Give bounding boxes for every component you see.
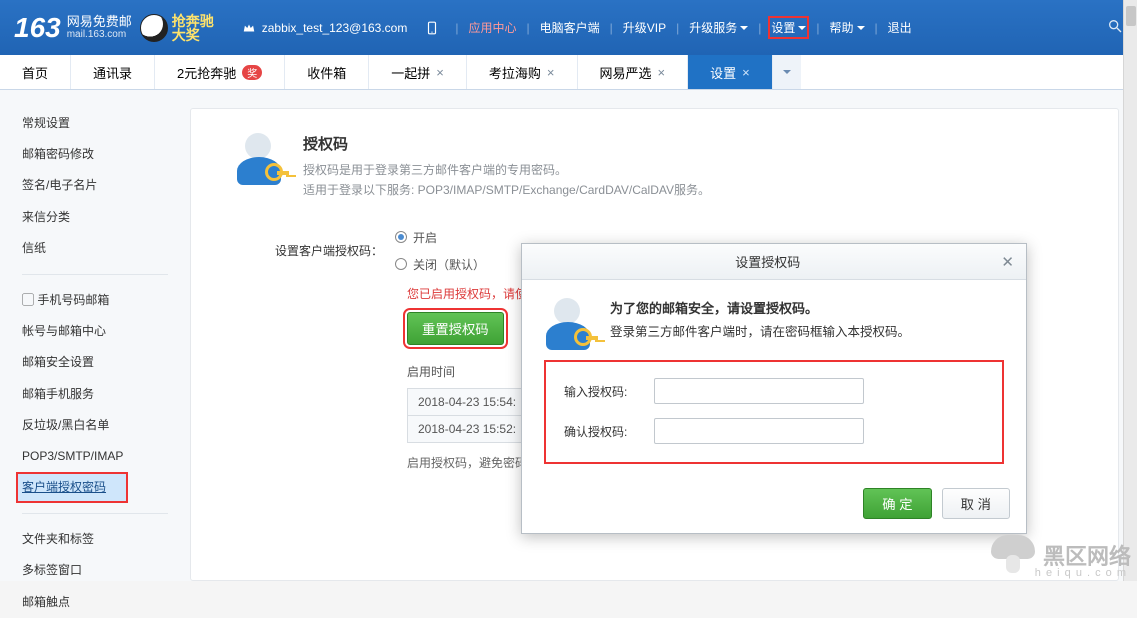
watermark: 黑区网络 h e i q u . c o m — [991, 533, 1131, 577]
radio-group-authcode: 开启 关闭（默认） — [395, 229, 485, 273]
nav-app-center[interactable]: 应用中心 — [468, 19, 516, 36]
crown-icon — [242, 21, 256, 35]
hero: 授权码 授权码是用于登录第三方邮件客户端的专用密码。 适用于登录以下服务: PO… — [215, 133, 1094, 201]
dialog-body: 为了您的邮箱安全，请设置授权码。 登录第三方邮件客户端时，请在密码框输入本授权码… — [522, 280, 1026, 478]
prize-badge: 奖 — [242, 65, 262, 80]
dialog-title: 设置授权码 — [534, 252, 1001, 271]
app-header: 163 网易免费邮 mail.163.com 抢奔驰 大奖 zabbix_tes… — [0, 0, 1137, 55]
radio-icon — [395, 231, 407, 243]
nav-upgrade-vip[interactable]: 升级VIP — [623, 19, 666, 36]
sidebar-item-password[interactable]: 邮箱密码修改 — [0, 139, 190, 170]
tab-overflow[interactable] — [773, 55, 801, 89]
close-icon[interactable]: × — [658, 65, 666, 80]
tab-contacts[interactable]: 通讯录 — [71, 55, 155, 89]
tab-inbox[interactable]: 收件箱 — [285, 55, 369, 89]
sidebar-item-mobile-svc[interactable]: 邮箱手机服务 — [0, 379, 190, 410]
avatar-key-icon — [235, 133, 287, 185]
nav-help[interactable]: 帮助 — [830, 19, 865, 36]
dialog-cancel-button[interactable]: 取 消 — [942, 488, 1010, 519]
mushroom-icon — [991, 533, 1035, 577]
nav-upgrade-service[interactable]: 升级服务 — [689, 19, 748, 36]
dialog-close-icon[interactable]: ✕ — [1001, 253, 1014, 271]
sidebar-item-touchpoint[interactable]: 邮箱触点 — [0, 587, 190, 618]
promo-text: 抢奔驰 大奖 — [172, 14, 214, 42]
sidebar-item-multitab[interactable]: 多标签窗口 — [0, 555, 190, 586]
hero-desc1: 授权码是用于登录第三方邮件客户端的专用密码。 — [303, 160, 710, 180]
nav-logout[interactable]: 退出 — [888, 19, 912, 36]
input-authcode[interactable] — [654, 378, 864, 404]
top-nav: | 应用中心 | 电脑客户端 | 升级VIP | 升级服务 | 设置 | 帮助 … — [455, 19, 911, 36]
account-dropdown[interactable]: zabbix_test_123@163.com — [242, 21, 440, 35]
dialog-heading2: 登录第三方邮件客户端时，请在密码框输入本授权码。 — [610, 321, 910, 340]
sidebar-item-spam[interactable]: 反垃圾/黑白名单 — [0, 410, 190, 441]
sidebar-divider — [22, 274, 168, 275]
dialog-footer: 确 定 取 消 — [522, 478, 1026, 533]
tab-yiqipin[interactable]: 一起拼× — [369, 55, 467, 89]
dialog-hero: 为了您的邮箱安全，请设置授权码。 登录第三方邮件客户端时，请在密码框输入本授权码… — [544, 298, 1004, 350]
brand-163[interactable]: 163 — [14, 12, 61, 44]
tab-settings[interactable]: 设置× — [688, 55, 773, 89]
caret-down-icon — [798, 26, 806, 34]
set-authcode-dialog: 设置授权码 ✕ 为了您的邮箱安全，请设置授权码。 登录第三方邮件客户端时，请在密… — [521, 243, 1027, 534]
nav-desktop-client[interactable]: 电脑客户端 — [540, 19, 600, 36]
close-icon[interactable]: × — [436, 65, 444, 80]
nav-settings[interactable]: 设置 — [771, 19, 806, 36]
radio-icon — [395, 258, 407, 270]
soccer-ball-icon — [140, 14, 168, 42]
dialog-heading1: 为了您的邮箱安全，请设置授权码。 — [610, 298, 910, 317]
sidebar-item-incoming[interactable]: 来信分类 — [0, 202, 190, 233]
input-authcode-confirm[interactable] — [654, 418, 864, 444]
sidebar-item-letterpaper[interactable]: 信纸 — [0, 233, 190, 264]
account-email: zabbix_test_123@163.com — [262, 21, 408, 35]
promo-banner[interactable]: 抢奔驰 大奖 — [140, 14, 214, 42]
site-name-cn: 网易免费邮 — [67, 15, 132, 29]
dialog-fieldset: 输入授权码: 确认授权码: — [544, 360, 1004, 464]
tab-yanxuan[interactable]: 网易严选× — [578, 55, 689, 89]
scrollbar-thumb[interactable] — [1126, 6, 1136, 26]
caret-down-icon — [740, 26, 748, 34]
hero-text: 授权码 授权码是用于登录第三方邮件客户端的专用密码。 适用于登录以下服务: PO… — [303, 133, 710, 201]
label-confirm-authcode: 确认授权码: — [564, 423, 654, 440]
tab-lottery[interactable]: 2元抢奔驰奖 — [155, 55, 285, 89]
sidebar-divider — [22, 513, 168, 514]
sidebar-item-security[interactable]: 邮箱安全设置 — [0, 347, 190, 378]
close-icon[interactable]: × — [742, 65, 750, 80]
radio-on[interactable]: 开启 — [395, 229, 485, 246]
tab-bar: 首页 通讯录 2元抢奔驰奖 收件箱 一起拼× 考拉海购× 网易严选× 设置× — [0, 55, 1137, 90]
vertical-scrollbar[interactable] — [1123, 0, 1137, 581]
dialog-header: 设置授权码 ✕ — [522, 244, 1026, 280]
radio-off[interactable]: 关闭（默认） — [395, 256, 485, 273]
watermark-url: h e i q u . c o m — [1035, 567, 1127, 579]
label-enter-authcode: 输入授权码: — [564, 383, 654, 400]
avatar-key-icon — [544, 298, 596, 350]
sidebar-item-auth-code[interactable]: 客户端授权密码 — [16, 472, 128, 503]
sidebar-item-signature[interactable]: 签名/电子名片 — [0, 170, 190, 201]
close-icon[interactable]: × — [547, 65, 555, 80]
tab-kaola[interactable]: 考拉海购× — [467, 55, 578, 89]
mobile-icon — [425, 21, 439, 35]
tab-home[interactable]: 首页 — [0, 55, 71, 89]
form-label-set: 设置客户端授权码： — [275, 242, 395, 259]
settings-sidebar: 常规设置 邮箱密码修改 签名/电子名片 来信分类 信纸 ▢ 手机号码邮箱 帐号与… — [0, 90, 190, 581]
sidebar-item-general[interactable]: 常规设置 — [0, 108, 190, 139]
hero-desc2: 适用于登录以下服务: POP3/IMAP/SMTP/Exchange/CardD… — [303, 180, 710, 200]
reset-authcode-button[interactable]: 重置授权码 — [407, 312, 504, 345]
sidebar-item-account[interactable]: 帐号与邮箱中心 — [0, 316, 190, 347]
sidebar-item-mobile-alias[interactable]: ▢ 手机号码邮箱 — [0, 285, 190, 316]
sidebar-item-folders[interactable]: 文件夹和标签 — [0, 524, 190, 555]
dialog-ok-button[interactable]: 确 定 — [863, 488, 931, 519]
page-title: 授权码 — [303, 133, 710, 154]
site-name: 网易免费邮 mail.163.com — [67, 15, 132, 40]
caret-down-icon — [783, 70, 791, 78]
dialog-hero-text: 为了您的邮箱安全，请设置授权码。 登录第三方邮件客户端时，请在密码框输入本授权码… — [610, 298, 910, 350]
caret-down-icon — [857, 26, 865, 34]
site-name-en: mail.163.com — [67, 29, 132, 40]
search-button[interactable] — [1107, 18, 1123, 37]
sidebar-item-pop3[interactable]: POP3/SMTP/IMAP — [0, 441, 190, 472]
search-icon — [1107, 18, 1123, 34]
